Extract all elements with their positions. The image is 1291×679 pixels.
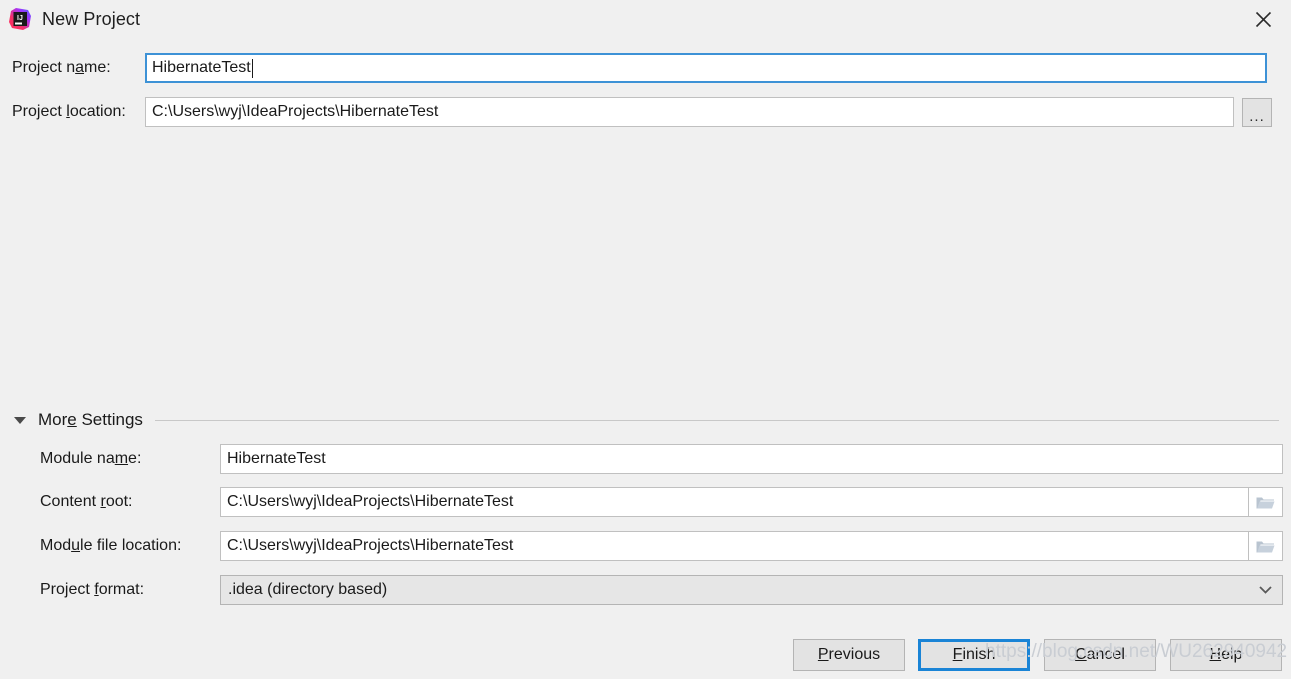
module-file-location-label: Module file location: (40, 537, 182, 554)
module-name-input[interactable]: HibernateTest (220, 444, 1283, 474)
folder-icon (1256, 541, 1275, 552)
project-name-row: Project name: HibernateTest (12, 53, 1279, 83)
text-caret (251, 58, 253, 78)
intellij-idea-icon: IJ (9, 8, 31, 30)
more-settings-label: More Settings (38, 410, 143, 429)
cancel-button[interactable]: Cancel (1044, 639, 1156, 671)
svg-text:IJ: IJ (17, 15, 23, 22)
project-format-row: Project format: .idea (directory based) (40, 575, 1283, 605)
module-name-value: HibernateTest (227, 450, 326, 467)
project-location-value: C:\Users\wyj\IdeaProjects\HibernateTest (152, 103, 439, 120)
project-location-browse-button[interactable]: ... (1242, 97, 1272, 127)
page-title: New Project (42, 8, 141, 29)
module-file-location-input[interactable]: C:\Users\wyj\IdeaProjects\HibernateTest (220, 531, 1249, 561)
project-name-label: Project name: (12, 59, 111, 76)
triangle-down-icon[interactable] (12, 416, 28, 425)
dialog-title-bar: IJ New Project (0, 0, 1291, 38)
dialog-button-bar: Previous Finish Cancel Help (0, 635, 1291, 679)
content-root-browse-button[interactable] (1249, 487, 1283, 517)
module-name-row: Module name: HibernateTest (40, 444, 1283, 474)
section-divider (154, 419, 1279, 421)
project-location-input[interactable]: C:\Users\wyj\IdeaProjects\HibernateTest (145, 97, 1234, 127)
content-root-value: C:\Users\wyj\IdeaProjects\HibernateTest (227, 493, 514, 510)
project-format-value: .idea (directory based) (228, 581, 388, 598)
help-button[interactable]: Help (1170, 639, 1282, 671)
content-root-input[interactable]: C:\Users\wyj\IdeaProjects\HibernateTest (220, 487, 1249, 517)
finish-button[interactable]: Finish (918, 639, 1030, 671)
module-file-location-row: Module file location: C:\Users\wyj\IdeaP… (40, 531, 1283, 561)
more-settings-section-header[interactable]: More Settings (12, 407, 1279, 433)
project-location-label: Project location: (12, 103, 126, 120)
ellipsis-icon: ... (1249, 107, 1265, 125)
project-format-label: Project format: (40, 581, 145, 598)
chevron-down-icon[interactable] (1248, 586, 1282, 594)
module-name-label: Module name: (40, 450, 142, 467)
module-file-location-value: C:\Users\wyj\IdeaProjects\HibernateTest (227, 537, 514, 554)
previous-button[interactable]: Previous (793, 639, 905, 671)
content-root-label: Content root: (40, 493, 133, 510)
close-icon[interactable] (1235, 0, 1291, 38)
folder-icon (1256, 497, 1275, 508)
content-root-row: Content root: C:\Users\wyj\IdeaProjects\… (40, 487, 1283, 517)
project-name-value: HibernateTest (152, 59, 251, 76)
project-location-row: Project location: C:\Users\wyj\IdeaProje… (12, 97, 1279, 127)
project-format-select[interactable]: .idea (directory based) (220, 575, 1283, 605)
project-name-input[interactable]: HibernateTest (145, 53, 1267, 83)
module-file-location-browse-button[interactable] (1249, 531, 1283, 561)
